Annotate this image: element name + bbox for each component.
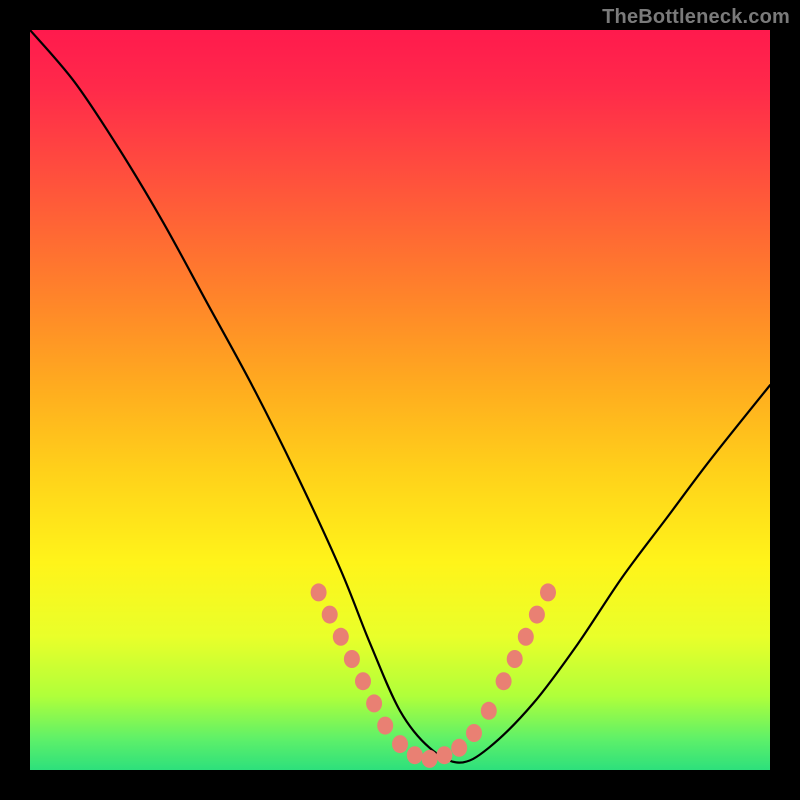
salmon-dot <box>466 724 482 742</box>
salmon-dot <box>344 650 360 668</box>
salmon-dot <box>529 606 545 624</box>
salmon-dot <box>436 746 452 764</box>
salmon-dot <box>407 746 423 764</box>
salmon-dot <box>311 583 327 601</box>
salmon-dot <box>392 735 408 753</box>
salmon-dot <box>322 606 338 624</box>
salmon-dot <box>377 717 393 735</box>
watermark-text: TheBottleneck.com <box>602 6 790 29</box>
salmon-dot <box>333 628 349 646</box>
salmon-dot <box>518 628 534 646</box>
chart-stage: TheBottleneck.com <box>0 0 800 800</box>
bottleneck-curve <box>30 30 770 763</box>
salmon-dot <box>422 750 438 768</box>
curve-layer <box>30 30 770 770</box>
salmon-dot-group <box>311 583 556 768</box>
salmon-dot <box>355 672 371 690</box>
plot-area <box>30 30 770 770</box>
salmon-dot <box>496 672 512 690</box>
salmon-dot <box>507 650 523 668</box>
salmon-dot <box>451 739 467 757</box>
salmon-dot <box>540 583 556 601</box>
salmon-dot <box>366 694 382 712</box>
salmon-dot <box>481 702 497 720</box>
